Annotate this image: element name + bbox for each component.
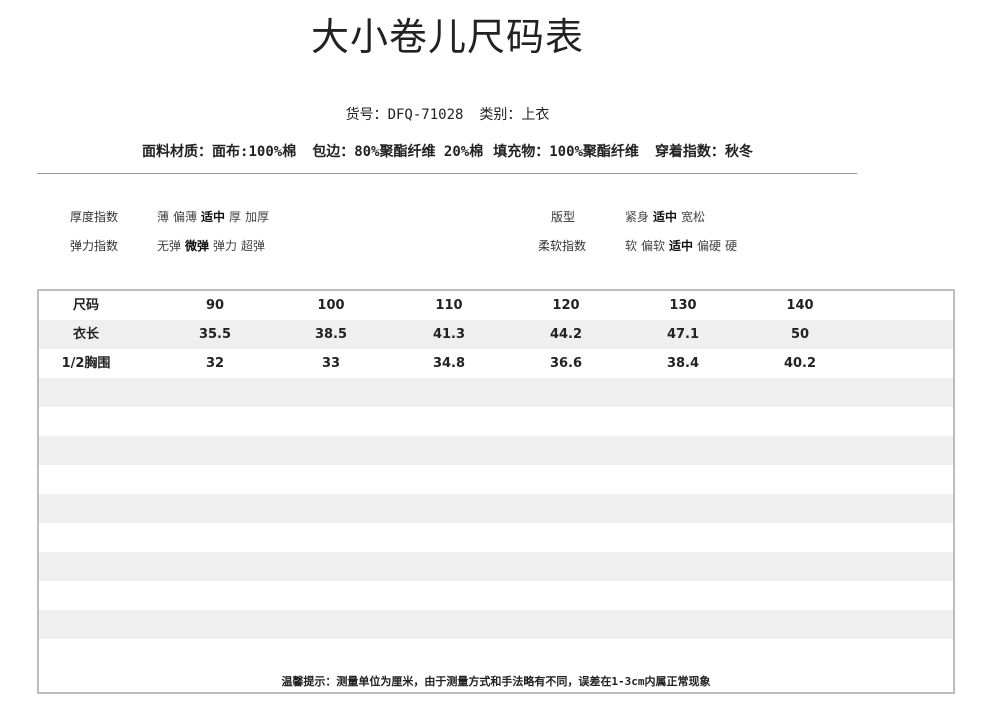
filling: 填充物：100%聚酯纤维: [493, 144, 639, 160]
table-cell: 50: [790, 327, 810, 342]
table-cell: 130: [669, 298, 697, 313]
fit-options: 紧身 适中 宽松: [625, 208, 709, 225]
attribute-option: 紧身: [625, 210, 650, 224]
table-cell: 110: [435, 298, 463, 313]
attribute-option: 适中: [669, 239, 694, 253]
footer-note: 温馨提示：测量单位为厘米，由于测量方式和手法略有不同，误差在1-3cm内属正常现…: [281, 675, 711, 688]
elasticity-label: 弹力指数: [70, 239, 119, 253]
attribute-option: 加厚: [245, 210, 270, 224]
table-cell: 120: [552, 298, 580, 313]
table-cell: 33: [321, 356, 341, 371]
row-label: 1/2胸围: [61, 356, 111, 371]
table-cell: 38.4: [666, 356, 700, 371]
table-row: [39, 552, 953, 581]
thickness-options: 薄偏薄 适中厚加厚: [157, 208, 273, 225]
attribute-option: 微弹: [185, 239, 210, 253]
row-label: 衣长: [72, 327, 99, 342]
binding: 包边：80%聚酯纤维 20%棉: [312, 144, 484, 160]
fabric: 面布:100%棉: [212, 144, 297, 160]
attribute-option: 偏薄: [173, 210, 198, 224]
table-row: [39, 639, 953, 668]
table-row: 尺码 90 100 110 120 130 140: [39, 291, 953, 320]
table-row: 衣长 35.5 38.5 41.3 44.2 47.1 50: [39, 320, 953, 349]
table-row: [39, 465, 953, 494]
table-row: [39, 494, 953, 523]
fit-label: 版型: [551, 210, 576, 224]
table-cell: 36.6: [549, 356, 583, 371]
fabric-label: 面料材质：: [142, 144, 213, 160]
material-info: 面料材质：面布:100%棉 包边：80%聚酯纤维 20%棉 填充物：100%聚酯纤维…: [0, 141, 895, 161]
table-cell: 47.1: [666, 327, 700, 342]
table-cell: 100: [317, 298, 345, 313]
item-no-label: 货号：: [345, 107, 388, 123]
attribute-option: 适中: [201, 210, 226, 224]
attribute-option: 适中: [653, 210, 678, 224]
attribute-option: 宽松: [681, 210, 706, 224]
table-cell: 44.2: [549, 327, 583, 342]
table-cell: 34.8: [432, 356, 466, 371]
elasticity-options: 无弹 微弹 弹力 超弹: [157, 237, 269, 254]
table-row: [39, 407, 953, 436]
attribute-option: 厚: [229, 210, 242, 224]
table-cell: 35.5: [198, 327, 232, 342]
softness-options: 软偏软 适中 偏硬硬: [625, 237, 741, 254]
table-row: [39, 610, 953, 639]
attribute-option: 偏硬: [697, 239, 722, 253]
attribute-option: 无弹: [157, 239, 182, 253]
table-cell: 38.5: [314, 327, 348, 342]
divider: [37, 173, 857, 174]
table-cell: 140: [786, 298, 814, 313]
thickness-label: 厚度指数: [70, 210, 119, 224]
table-row: [39, 523, 953, 552]
softness-label: 柔软指数: [538, 239, 587, 253]
table-row: [39, 378, 953, 407]
table-row: [39, 436, 953, 465]
table-cell: 32: [205, 356, 225, 371]
row-label: 尺码: [72, 298, 99, 313]
item-no: DFQ-71028: [387, 107, 464, 123]
table-row: 1/2胸围 32 33 34.8 36.6 38.4 40.2: [39, 349, 953, 378]
page-title: 大小卷儿尺码表: [310, 15, 584, 59]
category: 上衣: [521, 107, 550, 123]
product-info: 货号：DFQ-71028 类别：上衣: [0, 104, 895, 124]
table-cell: 40.2: [783, 356, 817, 371]
attribute-option: 硬: [725, 239, 738, 253]
attribute-option: 偏软: [641, 239, 666, 253]
table-row: [39, 581, 953, 610]
attribute-option: 软: [625, 239, 638, 253]
season: 秋冬: [724, 144, 753, 160]
attribute-option: 弹力: [213, 239, 238, 253]
table-cell: 90: [205, 298, 225, 313]
attribute-option: 超弹: [241, 239, 266, 253]
attribute-option: 薄: [157, 210, 170, 224]
size-table: 尺码 90 100 110 120 130 140 衣长 35.5 38.5 41.3 44.2 47.…: [37, 289, 955, 694]
category-label: 类别：: [479, 107, 522, 123]
season-label: 穿着指数：: [654, 144, 725, 160]
table-cell: 41.3: [432, 327, 466, 342]
